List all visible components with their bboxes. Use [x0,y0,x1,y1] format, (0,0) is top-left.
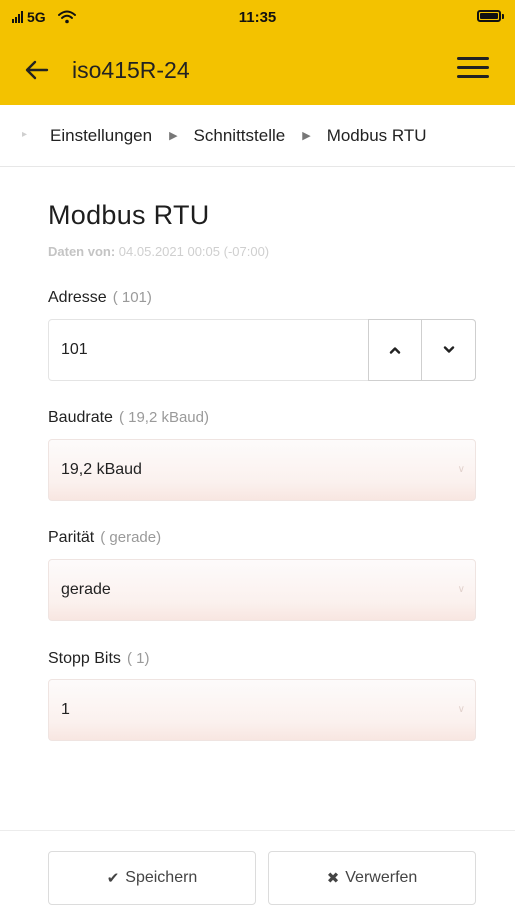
chevron-down-icon: ∨ [457,704,465,715]
app-title: iso415R-24 [72,57,190,83]
baudrate-select[interactable]: 19,2 kBaud ∨ [48,439,476,501]
stop-bits-select[interactable]: 1 ∨ [48,679,476,741]
chevron-right-icon: ▶ [169,130,178,142]
stop-bits-label-text: Stopp Bits [48,650,121,667]
address-stepper [368,319,476,381]
discard-button-label: Verwerfen [345,869,418,886]
baudrate-hint: ( 19,2 kBaud) [118,409,209,426]
app-bar: iso415R-24 [0,35,515,105]
stop-bits-hint: ( 1) [126,650,150,667]
data-timestamp-label: Daten von: [48,244,116,259]
data-timestamp-value: 04.05.2021 00:05 (-07:00) [118,244,270,259]
back-button[interactable] [22,55,52,85]
footer-actions: ✔ Speichern ✖ Verwerfen [0,830,515,913]
breadcrumb: ▸ Einstellungen ▶ Schnittstelle ▶ Modbus… [0,105,515,167]
menu-button[interactable] [457,57,489,83]
breadcrumb-item-einstellungen[interactable]: Einstellungen [50,126,152,146]
status-bar: 5G 11:35 [0,0,515,35]
status-time: 11:35 [238,9,277,26]
chevron-down-icon: ∨ [457,584,465,595]
data-timestamp: Daten von: 04.05.2021 00:05 (-07:00) [48,244,269,259]
discard-button[interactable]: ✖ Verwerfen [268,851,476,905]
address-label: Adresse ( 101) [48,289,152,307]
decrement-button[interactable] [422,319,476,381]
parity-label-text: Parität [48,529,95,546]
chevron-up-icon [389,347,401,354]
page-title: Modbus RTU [48,200,210,230]
address-hint: ( 101) [112,289,152,306]
parity-label: Parität ( gerade) [48,529,161,547]
stop-bits-label: Stopp Bits ( 1) [48,650,149,668]
save-button-label: Speichern [125,869,198,886]
check-icon: ✔ [106,870,120,887]
arrow-left-icon [25,60,49,80]
chevron-right-icon: ▶ [302,130,311,142]
close-icon: ✖ [326,870,340,887]
parity-value: gerade [61,581,111,598]
hamburger-menu-icon [457,57,489,78]
baudrate-value: 19,2 kBaud [61,461,142,478]
breadcrumb-item-current: Modbus RTU [326,125,427,145]
baudrate-label: Baudrate ( 19,2 kBaud) [48,409,209,427]
address-value[interactable]: 101 [61,341,88,359]
save-button[interactable]: ✔ Speichern [48,851,256,905]
increment-button[interactable] [368,319,422,381]
baudrate-label-text: Baudrate [48,409,113,426]
parity-select[interactable]: gerade ∨ [48,559,476,621]
breadcrumb-start-icon: ▸ [22,129,28,140]
battery-icon [477,10,504,22]
chevron-down-icon: ∨ [457,464,465,475]
address-label-text: Adresse [48,289,107,306]
chevron-down-icon [443,346,454,353]
address-field[interactable]: 101 [48,319,476,381]
breadcrumb-item-schnittstelle[interactable]: Schnittstelle [194,126,286,146]
parity-hint: ( gerade) [100,529,162,546]
stop-bits-value: 1 [61,701,70,718]
